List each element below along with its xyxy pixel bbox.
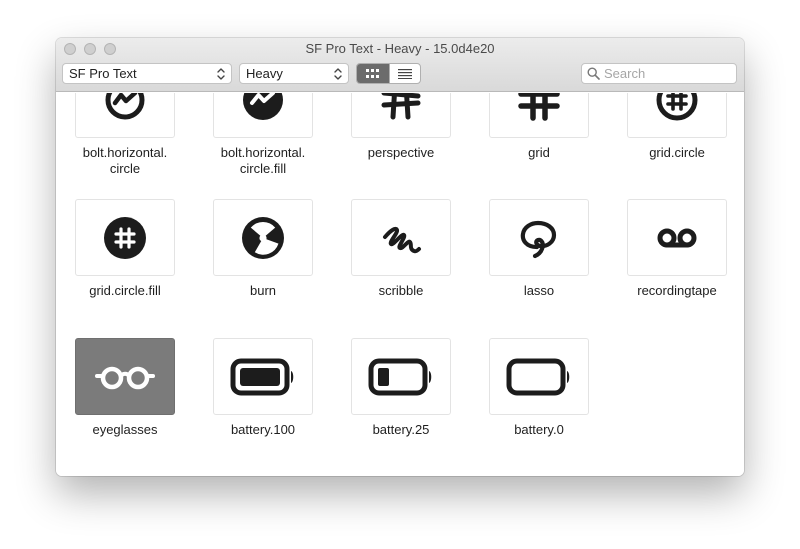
symbol-tile[interactable] <box>213 199 313 276</box>
burn-icon <box>242 216 284 259</box>
font-family-select[interactable]: SF Pro Text <box>62 63 232 84</box>
symbol-label: lasso <box>523 283 555 298</box>
search-icon <box>587 67 600 80</box>
symbol-label: battery.25 <box>372 422 430 437</box>
chevron-updown-icon <box>334 68 342 80</box>
symbol-tile[interactable] <box>75 199 175 276</box>
title-bar: SF Pro Text - Heavy - 15.0d4e20 SF Pro T… <box>56 38 744 92</box>
symbol-label: grid.circle <box>649 145 705 160</box>
grid-circle-fill-icon <box>104 216 146 259</box>
symbol-label: recordingtape <box>637 283 717 298</box>
grid-view-icon <box>365 68 379 78</box>
search-field[interactable] <box>581 63 737 84</box>
search-input[interactable] <box>602 65 732 82</box>
font-weight-value: Heavy <box>246 66 283 81</box>
symbol-tile[interactable] <box>489 199 589 276</box>
symbol-tile[interactable] <box>213 338 313 415</box>
symbol-tile[interactable] <box>489 338 589 415</box>
scribble-icon <box>383 226 421 253</box>
font-weight-select[interactable]: Heavy <box>239 63 349 84</box>
font-family-value: SF Pro Text <box>69 66 137 81</box>
battery-100-icon <box>230 358 294 395</box>
view-mode-control <box>356 63 421 84</box>
list-view-icon <box>397 68 412 79</box>
symbol-tile[interactable] <box>627 93 727 138</box>
symbol-tile[interactable] <box>213 93 313 138</box>
symbol-grid: bolt.horizontal. circle bolt.horizontal.… <box>56 93 744 476</box>
chevron-updown-icon <box>217 68 225 80</box>
symbol-tile-selected[interactable] <box>75 338 175 415</box>
symbol-tile[interactable] <box>351 199 451 276</box>
symbol-label: burn <box>249 283 277 298</box>
symbol-label: battery.100 <box>230 422 296 437</box>
lasso-icon <box>520 220 557 258</box>
window-title: SF Pro Text - Heavy - 15.0d4e20 <box>305 41 495 56</box>
eyeglasses-icon <box>95 366 155 389</box>
perspective-icon <box>381 93 421 119</box>
symbol-label: perspective <box>367 145 435 160</box>
symbol-label: scribble <box>378 283 424 298</box>
symbol-label: battery.0 <box>514 422 564 437</box>
grid-circle-icon <box>656 93 698 120</box>
bolt-horizontal-circle-fill-icon <box>243 93 283 120</box>
battery-25-icon <box>368 358 432 395</box>
symbol-tile[interactable] <box>351 338 451 415</box>
symbol-tile[interactable] <box>75 93 175 138</box>
symbol-tile[interactable] <box>627 199 727 276</box>
grid-view-button[interactable] <box>357 64 389 83</box>
recordingtape-icon <box>657 228 697 247</box>
grid-icon <box>518 93 560 121</box>
symbol-tile[interactable] <box>351 93 451 138</box>
app-window: SF Pro Text - Heavy - 15.0d4e20 SF Pro T… <box>56 38 744 476</box>
list-view-button[interactable] <box>388 64 421 83</box>
bolt-horizontal-circle-icon <box>105 93 145 119</box>
symbol-tile[interactable] <box>489 93 589 138</box>
battery-0-icon <box>506 358 570 395</box>
symbol-label: grid <box>528 145 550 160</box>
symbol-label: bolt.horizontal. circle.fill <box>220 145 306 176</box>
